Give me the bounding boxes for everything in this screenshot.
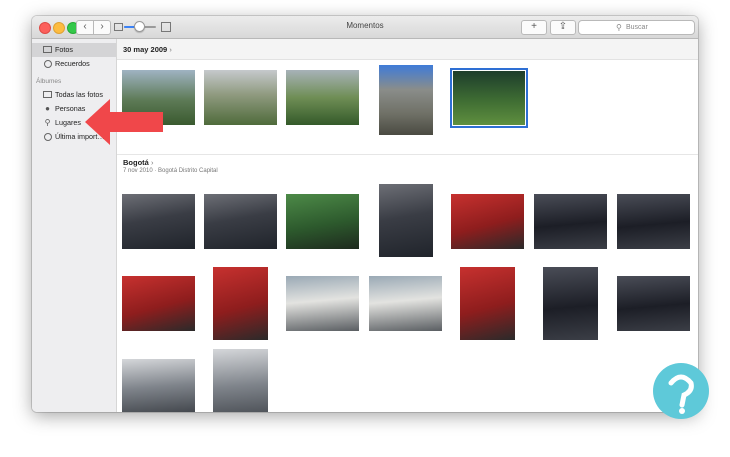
section-divider [117,154,698,155]
sidebar: Fotos Recuerdos Álbumes Todas las fotos … [32,39,117,412]
chevron-right-icon: › [169,45,172,54]
annotation-arrow-icon [85,99,163,145]
photo-thumbnail[interactable] [286,70,359,125]
albums-header: Álbumes [36,78,62,85]
add-button[interactable]: + [521,20,547,35]
share-button[interactable]: ⇪ [550,20,576,35]
photo-thumbnail[interactable] [213,349,268,412]
moments-content: 30 may 2009 › Bogotá › 7 nov 2010 · Bogo… [117,39,698,412]
sidebar-item-label: Lugares [55,118,81,127]
moment-title[interactable]: Bogotá › [123,158,153,167]
sidebar-item-recuerdos[interactable]: Recuerdos [32,57,116,71]
sidebar-item-label: Personas [55,104,86,113]
sidebar-item-label: Recuerdos [55,59,90,68]
photo-thumbnail[interactable] [122,276,195,331]
photo-thumbnail[interactable] [122,194,195,249]
photo-thumbnail[interactable] [534,194,607,249]
clock-icon [43,133,52,141]
photo-thumbnail[interactable] [379,184,433,257]
moment-header[interactable]: 30 may 2009 › [117,39,698,60]
photo-thumbnail[interactable] [122,359,195,412]
moment-subtitle: 7 nov 2010 · Bogotá Distrito Capital [123,168,218,174]
search-placeholder: Buscar [626,24,648,31]
sidebar-item-label: Fotos [55,45,73,54]
memories-icon [43,60,52,68]
photo-thumbnail[interactable] [451,194,524,249]
photo-thumbnail[interactable] [204,194,277,249]
photo-thumbnail[interactable] [543,267,598,340]
photos-window: ‹ › Momentos + ⇪ ⚲ Buscar Fotos Recuerdo… [32,16,698,412]
chevron-right-icon: › [150,158,154,167]
all-photos-icon [43,91,52,99]
search-field[interactable]: ⚲ Buscar [578,20,695,35]
photo-thumbnail[interactable] [286,276,359,331]
sidebar-item-fotos[interactable]: Fotos [32,43,116,57]
brand-logo-icon [653,363,709,419]
photo-thumbnail[interactable] [460,267,515,340]
photo-thumbnail[interactable] [286,194,359,249]
photo-thumbnail[interactable] [617,194,690,249]
moment-title: 30 may 2009 › [123,45,172,54]
photo-thumbnail[interactable] [379,65,433,135]
pin-icon: ⚲ [44,118,51,127]
person-icon: ● [45,104,50,113]
photo-thumbnail[interactable] [204,70,277,125]
photo-thumbnail[interactable] [369,276,442,331]
title-bar: ‹ › Momentos + ⇪ ⚲ Buscar [32,16,698,39]
photos-icon [43,46,52,54]
photo-thumbnail-selected[interactable] [450,68,528,128]
photo-thumbnail[interactable] [617,276,690,331]
photo-thumbnail[interactable] [213,267,268,340]
search-icon: ⚲ [616,23,622,32]
